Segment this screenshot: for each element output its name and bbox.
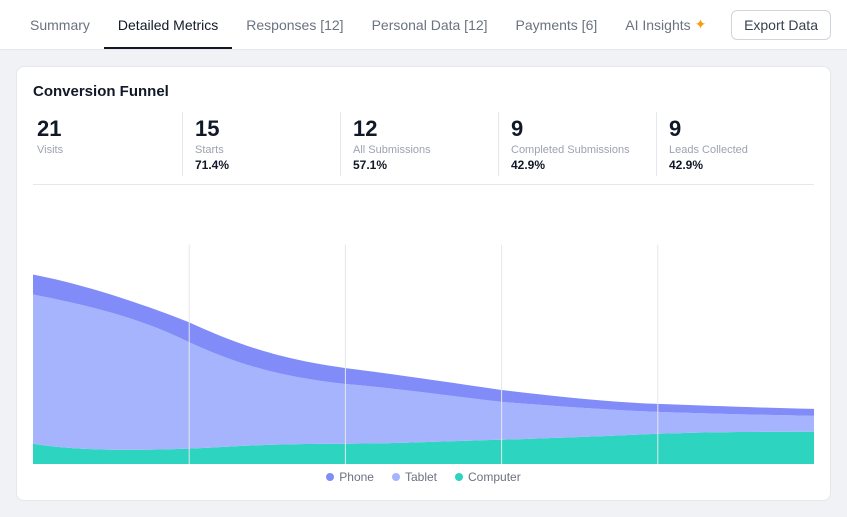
metric-leads-label: Leads Collected (669, 144, 802, 156)
card-title: Conversion Funnel (33, 83, 814, 100)
metric-visits: 21 Visits (33, 112, 183, 176)
legend-tablet: Tablet (392, 470, 437, 484)
metric-starts-label: Starts (195, 144, 328, 156)
metric-leads-number: 9 (669, 116, 802, 142)
metric-visits-label: Visits (37, 144, 170, 156)
phone-label: Phone (339, 470, 374, 484)
tablet-dot (392, 473, 400, 481)
metric-all-submissions: 12 All Submissions 57.1% (341, 112, 499, 176)
metric-completed-pct: 42.9% (511, 158, 644, 172)
conversion-funnel-card: Conversion Funnel 21 Visits 15 Starts 71… (16, 66, 831, 501)
phone-dot (326, 473, 334, 481)
computer-label: Computer (468, 470, 521, 484)
tab-payments[interactable]: Payments [6] (502, 0, 612, 49)
metric-starts-pct: 71.4% (195, 158, 328, 172)
tab-detailed-metrics[interactable]: Detailed Metrics (104, 0, 232, 49)
metric-all-submissions-pct: 57.1% (353, 158, 486, 172)
legend-computer: Computer (455, 470, 521, 484)
tab-responses[interactable]: Responses [12] (232, 0, 357, 49)
metrics-row: 21 Visits 15 Starts 71.4% 12 All Submiss… (33, 112, 814, 185)
metric-completed-submissions: 9 Completed Submissions 42.9% (499, 112, 657, 176)
legend-phone: Phone (326, 470, 374, 484)
ai-star-icon: ✦ (695, 16, 707, 33)
metric-completed-label: Completed Submissions (511, 144, 644, 156)
metric-completed-number: 9 (511, 116, 644, 142)
computer-dot (455, 473, 463, 481)
tab-personal-data[interactable]: Personal Data [12] (358, 0, 502, 49)
tab-summary[interactable]: Summary (16, 0, 104, 49)
metric-all-submissions-label: All Submissions (353, 144, 486, 156)
tablet-label: Tablet (405, 470, 437, 484)
export-button[interactable]: Export Data (731, 10, 831, 40)
chart-legend: Phone Tablet Computer (33, 464, 814, 484)
main-content: Conversion Funnel 21 Visits 15 Starts 71… (0, 50, 847, 517)
funnel-chart (33, 185, 814, 464)
metric-all-submissions-number: 12 (353, 116, 486, 142)
metric-starts: 15 Starts 71.4% (183, 112, 341, 176)
metric-leads-collected: 9 Leads Collected 42.9% (657, 112, 814, 176)
tab-ai-insights[interactable]: AI Insights ✦ (611, 0, 720, 49)
metric-visits-number: 21 (37, 116, 170, 142)
metric-leads-pct: 42.9% (669, 158, 802, 172)
tab-bar: Summary Detailed Metrics Responses [12] … (0, 0, 847, 50)
metric-starts-number: 15 (195, 116, 328, 142)
